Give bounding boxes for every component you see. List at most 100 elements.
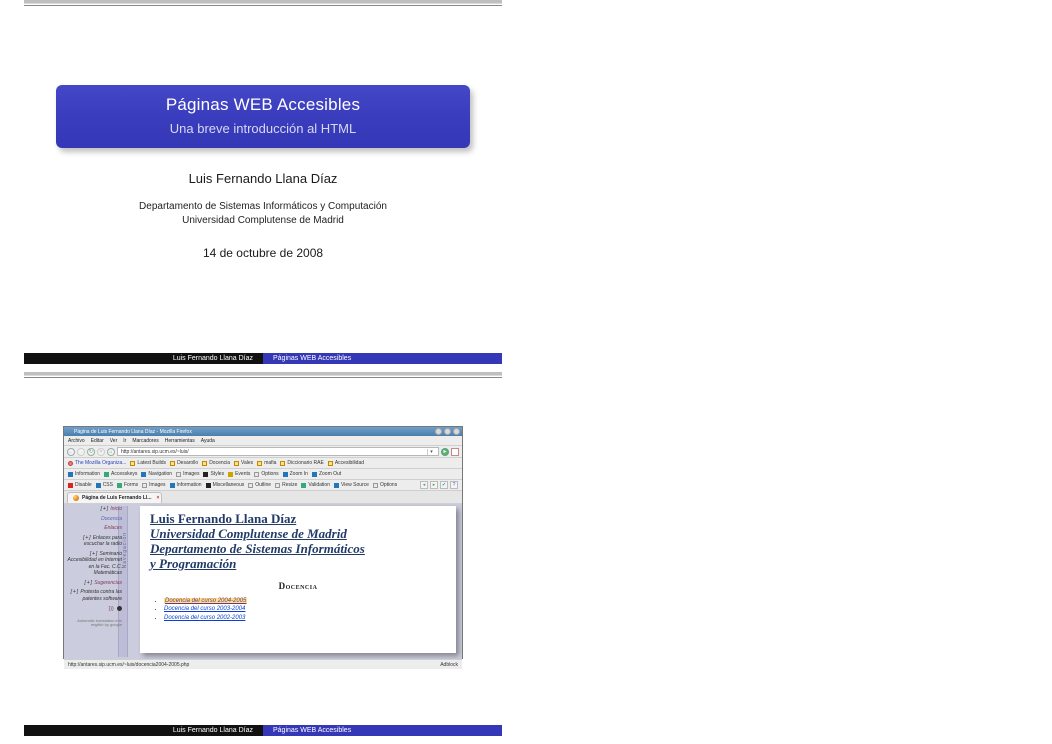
url-dropdown-icon[interactable]: ▾: [427, 449, 435, 455]
stop-icon[interactable]: ✕: [97, 448, 105, 456]
images-icon: [142, 483, 147, 488]
toolbar-item[interactable]: Information: [170, 482, 202, 488]
docencia-list: Docencia del curso 2004-2005 Docencia de…: [164, 597, 446, 623]
bookmark-item[interactable]: mafia: [257, 460, 276, 466]
sidebar-link[interactable]: Enlaces: [104, 525, 122, 531]
course-link[interactable]: Docencia del curso 2004-2005: [164, 598, 247, 604]
list-item: Docencia del curso 2003-2004: [164, 605, 446, 614]
browser-tab[interactable]: Página de Luis Fernando Ll... ×: [67, 492, 162, 503]
toolbar-item[interactable]: Validation: [301, 482, 330, 488]
slide-top-rule: [24, 372, 502, 378]
bookmark-label: mafia: [264, 460, 276, 466]
bookmark-label: Vales: [241, 460, 253, 466]
toolbar-item[interactable]: Zoom In: [283, 471, 308, 477]
tab-close-icon[interactable]: ×: [157, 495, 160, 501]
bookmark-item[interactable]: The Mozilla Organiza...: [68, 460, 126, 466]
toolbar-item[interactable]: Options: [373, 482, 397, 488]
check-icon[interactable]: ✔: [440, 481, 448, 489]
toolbar-item[interactable]: Events: [228, 471, 250, 477]
url-bar[interactable]: http://antares.sip.ucm.es/~luis/ ▾: [117, 447, 439, 456]
menu-bar: Archivo Editar Ver Ir Marcadores Herrami…: [64, 436, 462, 446]
bookmark-label: Accesibilidad: [335, 460, 364, 466]
heading-line[interactable]: y Programación: [150, 556, 236, 571]
back-icon[interactable]: ←: [67, 448, 75, 456]
bookmark-item[interactable]: Diccionario RAE: [280, 460, 323, 466]
toolbar-label: Outline: [255, 482, 271, 488]
toolbar-label: Navigation: [148, 471, 172, 477]
sidebar-link[interactable]: Sugerencias: [94, 580, 122, 586]
menu-item[interactable]: Ir: [123, 438, 126, 444]
bookmark-item[interactable]: Latest Builds: [130, 460, 166, 466]
menu-item[interactable]: Marcadores: [132, 438, 158, 444]
sidebar-link[interactable]: Docencia: [101, 516, 122, 522]
toolbar-item[interactable]: Styles: [203, 471, 224, 477]
sidebar-footer[interactable]: Automatic translation into english by go…: [66, 619, 122, 628]
toolbar-item[interactable]: Forms: [117, 482, 138, 488]
sidebar-link[interactable]: Inicio: [110, 506, 122, 512]
toolbar-item[interactable]: Zoom Out: [312, 471, 341, 477]
slide-footer: Luis Fernando Llana Díaz Páginas WEB Acc…: [24, 725, 502, 736]
course-link[interactable]: Docencia del curso 2003-2004: [164, 606, 245, 612]
menu-item[interactable]: Ayuda: [201, 438, 215, 444]
slide-top-rule: [24, 0, 502, 6]
bookmark-item[interactable]: Docencia: [202, 460, 230, 466]
toolbar-item[interactable]: Disable: [68, 482, 92, 488]
close-icon[interactable]: [453, 428, 460, 435]
toolbar-item[interactable]: Images: [176, 471, 199, 477]
bookmark-item[interactable]: Vales: [234, 460, 253, 466]
bookmark-item[interactable]: Desarollo: [170, 460, 198, 466]
menu-item[interactable]: Ver: [110, 438, 118, 444]
toolbar-item[interactable]: Options: [254, 471, 278, 477]
minimize-icon[interactable]: [435, 428, 442, 435]
toolbar-label: Images: [149, 482, 165, 488]
bookmark-label: The Mozilla Organiza...: [75, 460, 126, 466]
menu-item[interactable]: Herramientas: [165, 438, 195, 444]
forward-icon[interactable]: →: [77, 448, 85, 456]
next-icon[interactable]: ▸: [430, 481, 438, 489]
toolbar-item[interactable]: Accesskeys: [104, 471, 137, 477]
window-title: Página de Luis Fernando Llana Díaz - Moz…: [66, 429, 192, 435]
heading-line[interactable]: Departamento de Sistemas Informáticos: [150, 541, 365, 556]
tab-label: Página de Luis Fernando Ll...: [82, 495, 151, 501]
toolbar-item[interactable]: Resize: [275, 482, 297, 488]
info-icon: [170, 483, 175, 488]
toolbar-item[interactable]: CSS: [96, 482, 113, 488]
affiliation-line-1: Departamento de Sistemas Informáticos y …: [139, 201, 387, 212]
page-heading: Luis Fernando Llana Díaz Universidad Com…: [150, 512, 446, 572]
bookmark-label: Diccionario RAE: [287, 460, 323, 466]
course-link[interactable]: Docencia del curso 2002-2003: [164, 615, 245, 621]
zoom-in-icon: [283, 472, 288, 477]
bookmark-label: Docencia: [209, 460, 230, 466]
heading-line[interactable]: Universidad Complutense de Madrid: [150, 526, 347, 541]
home-icon[interactable]: ⌂: [107, 448, 115, 456]
prev-icon[interactable]: ◂: [420, 481, 428, 489]
toolbar-item[interactable]: View Source: [334, 482, 369, 488]
menu-item[interactable]: Editar: [91, 438, 104, 444]
toolbar-item[interactable]: Information: [68, 471, 100, 477]
list-item: Docencia del curso 2004-2005: [164, 597, 446, 606]
sidebar-link[interactable]: Protesta contra las patentes software: [80, 589, 122, 602]
toolbar-label: Disable: [75, 482, 92, 488]
bookmark-item[interactable]: Accesibilidad: [328, 460, 364, 466]
misc-icon: [206, 483, 211, 488]
sidebar-nav: [+] Inicio Docencia Enlaces [+] Enlaces …: [66, 506, 122, 627]
go-button[interactable]: ▸: [441, 448, 449, 456]
toolbar-item[interactable]: Navigation: [141, 471, 172, 477]
maximize-icon[interactable]: [444, 428, 451, 435]
resize-icon: [275, 483, 280, 488]
folder-icon: [280, 461, 285, 466]
reload-icon[interactable]: ↻: [87, 448, 95, 456]
menu-item[interactable]: Archivo: [68, 438, 85, 444]
zoom-out-icon: [312, 472, 317, 477]
toolbar-label: Styles: [210, 471, 224, 477]
toolbar-label: Accesskeys: [111, 471, 137, 477]
window-buttons: [435, 428, 460, 435]
toolbar-label: Miscellaneous: [213, 482, 245, 488]
adblock-label[interactable]: Adblock: [440, 662, 458, 668]
outline-icon: [248, 483, 253, 488]
section-title: Docencia: [150, 581, 446, 591]
help-icon[interactable]: ?: [450, 481, 458, 489]
toolbar-item[interactable]: Miscellaneous: [206, 482, 245, 488]
toolbar-item[interactable]: Images: [142, 482, 165, 488]
toolbar-item[interactable]: Outline: [248, 482, 271, 488]
